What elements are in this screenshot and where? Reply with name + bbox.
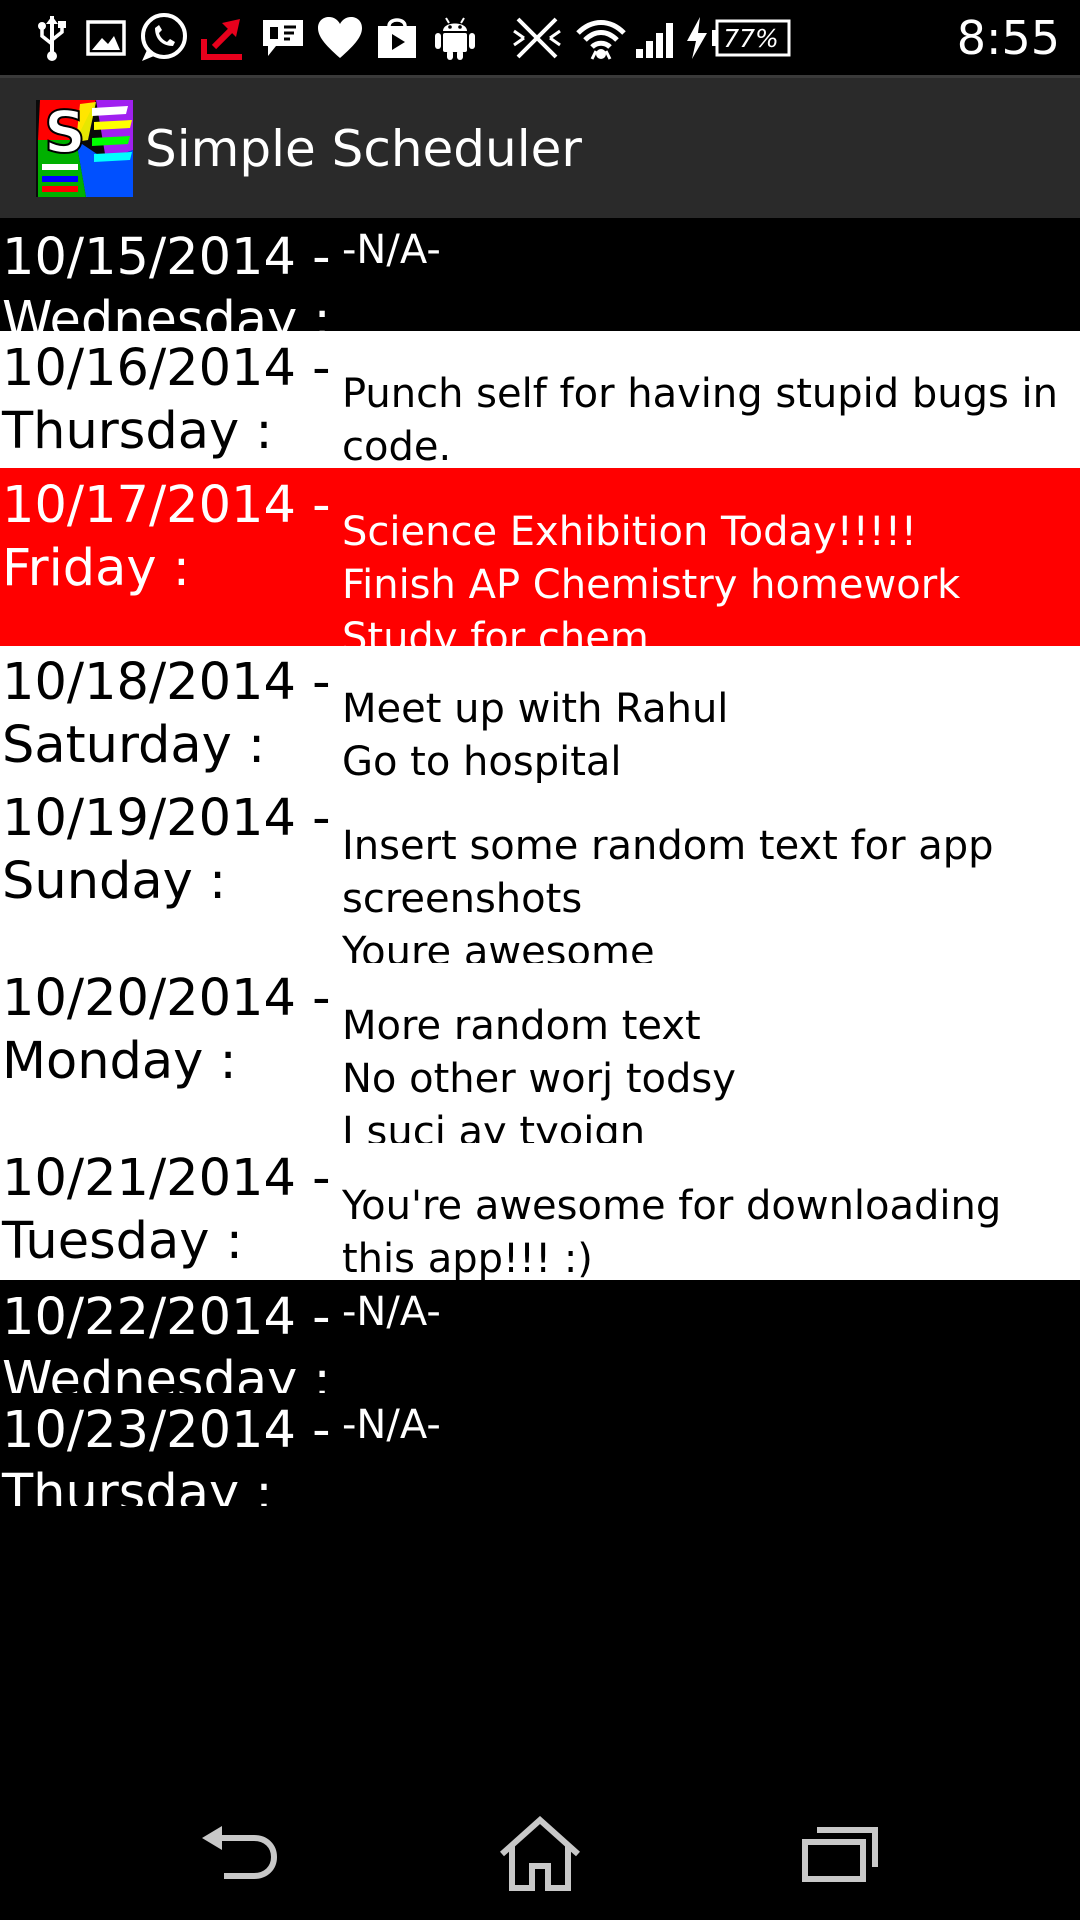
message-icon — [258, 12, 308, 64]
image-icon — [84, 12, 128, 64]
usb-icon — [30, 12, 74, 64]
row-date: 10/19/2014 - Sunday : — [2, 789, 331, 911]
back-icon — [202, 1826, 278, 1879]
play-store-icon — [372, 12, 422, 64]
android-icon — [430, 12, 480, 64]
row-date: 10/16/2014 - Thursday : — [2, 339, 331, 461]
recent-apps-button[interactable] — [790, 1809, 890, 1899]
status-clock: 8:55 — [956, 11, 1060, 65]
schedule-list[interactable]: 10/15/2014 - Wednesday : -N/A- 10/16/201… — [0, 218, 1080, 1787]
row-notes: -N/A- — [342, 1402, 441, 1448]
schedule-row-1022[interactable]: 10/22/2014 - Wednesday : -N/A- — [0, 1280, 1080, 1393]
row-date: 10/23/2014 - Thursday : — [2, 1401, 331, 1506]
row-date: 10/21/2014 - Tuesday : — [2, 1149, 331, 1271]
row-notes: Meet up with Rahul Go to hospital — [342, 686, 729, 783]
row-notes: -N/A- — [342, 1289, 441, 1335]
recent-apps-icon — [802, 1827, 878, 1882]
row-date: 10/22/2014 - Wednesday : — [2, 1288, 331, 1393]
upload-icon — [198, 12, 248, 64]
schedule-row-1018[interactable]: 10/18/2014 - Saturday : Meet up with Rah… — [0, 646, 1080, 783]
row-notes: You're awesome for downloading this app!… — [342, 1183, 1002, 1280]
schedule-row-1019[interactable]: 10/19/2014 - Sunday : Insert some random… — [0, 783, 1080, 963]
row-notes: Punch self for having stupid bugs in cod… — [342, 371, 1058, 468]
app-logo-letter: S — [44, 100, 86, 166]
row-date: 10/17/2014 - Friday : — [2, 476, 331, 598]
schedule-row-1021[interactable]: 10/21/2014 - Tuesday : You're awesome fo… — [0, 1143, 1080, 1280]
row-date: 10/15/2014 - Wednesday : — [2, 228, 331, 331]
row-notes: Insert some random text for app screensh… — [342, 823, 994, 963]
battery-percent: 77% — [723, 23, 779, 53]
signal-icon — [632, 12, 682, 64]
row-date: 10/20/2014 - Monday : — [2, 969, 331, 1091]
home-icon — [499, 1816, 581, 1891]
back-button[interactable] — [190, 1809, 290, 1899]
status-bar: 77% 8:55 — [0, 0, 1080, 75]
schedule-row-1015[interactable]: 10/15/2014 - Wednesday : -N/A- — [0, 218, 1080, 331]
schedule-row-1016[interactable]: 10/16/2014 - Thursday : Punch self for h… — [0, 331, 1080, 468]
home-button[interactable] — [490, 1809, 590, 1899]
schedule-row-1020[interactable]: 10/20/2014 - Monday : More random text N… — [0, 963, 1080, 1143]
nfc-icon — [508, 12, 566, 64]
row-notes: Science Exhibition Today!!!!! Finish AP … — [342, 509, 961, 646]
action-bar: S Simple Scheduler — [0, 75, 1080, 218]
app-title: Simple Scheduler — [145, 120, 582, 178]
row-notes: More random text No other worj todsy I s… — [342, 1003, 736, 1143]
whatsapp-icon — [135, 12, 191, 64]
charging-icon — [680, 12, 714, 64]
app-logo-icon[interactable]: S — [36, 97, 133, 197]
row-notes: -N/A- — [342, 227, 441, 273]
heart-icon — [314, 12, 366, 64]
navigation-bar — [0, 1787, 1080, 1920]
schedule-row-1023[interactable]: 10/23/2014 - Thursday : -N/A- — [0, 1393, 1080, 1506]
schedule-row-1017[interactable]: 10/17/2014 - Friday : Science Exhibition… — [0, 468, 1080, 646]
battery-icon: 77% — [710, 12, 792, 64]
row-date: 10/18/2014 - Saturday : — [2, 653, 331, 775]
wifi-icon — [572, 12, 630, 64]
